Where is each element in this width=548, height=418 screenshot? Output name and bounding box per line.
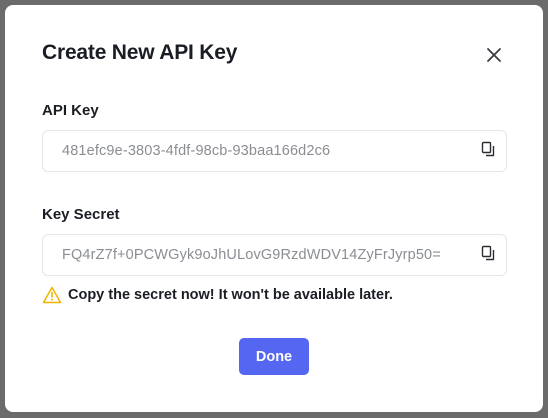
done-button[interactable]: Done: [239, 338, 309, 375]
close-icon: [487, 48, 501, 62]
api-key-value[interactable]: 481efc9e-3803-4fdf-98cb-93baa166d2c6: [62, 143, 330, 159]
dialog-title: Create New API Key: [42, 41, 238, 64]
api-key-label: API Key: [42, 102, 99, 119]
copy-key-secret-button[interactable]: [480, 245, 496, 261]
key-secret-value[interactable]: FQ4rZ7f+0PCWGyk9oJhULovG9RzdWDV14ZyFrJyr…: [62, 247, 441, 263]
key-secret-label: Key Secret: [42, 206, 120, 223]
copy-icon: [481, 141, 495, 157]
create-api-key-dialog: Create New API Key API Key 481efc9e-3803…: [5, 5, 543, 412]
copy-api-key-button[interactable]: [480, 141, 496, 157]
api-key-field[interactable]: 481efc9e-3803-4fdf-98cb-93baa166d2c6: [42, 130, 507, 172]
warning-triangle-icon: [42, 286, 62, 304]
secret-warning: Copy the secret now! It won't be availab…: [42, 286, 393, 304]
copy-icon: [481, 245, 495, 261]
close-button[interactable]: [483, 44, 505, 66]
warning-text: Copy the secret now! It won't be availab…: [68, 287, 393, 303]
key-secret-field[interactable]: FQ4rZ7f+0PCWGyk9oJhULovG9RzdWDV14ZyFrJyr…: [42, 234, 507, 276]
